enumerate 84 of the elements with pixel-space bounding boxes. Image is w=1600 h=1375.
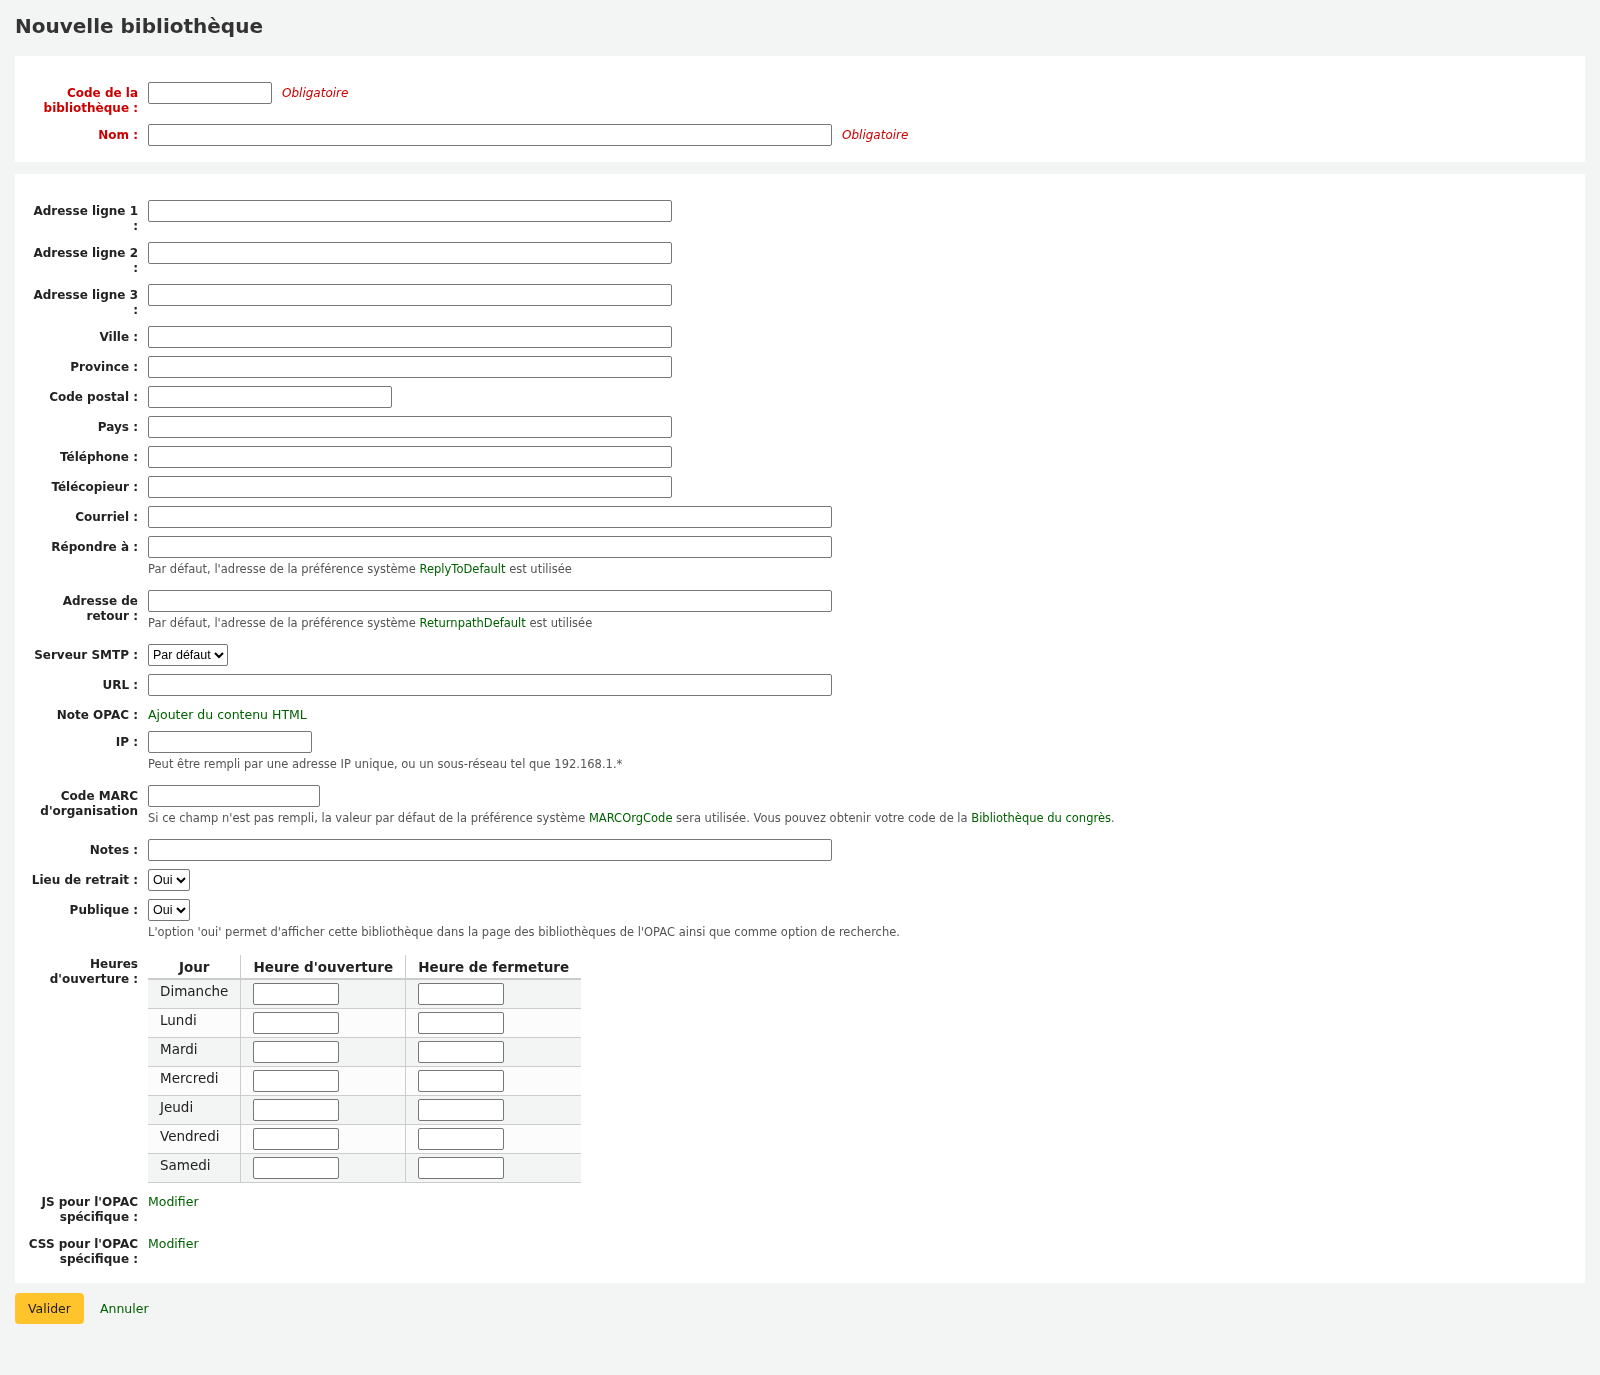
text-field[interactable] <box>148 416 672 438</box>
opening-time-field[interactable] <box>253 1128 340 1150</box>
help-text: Peut être rempli par une adresse IP unique, ou un sous-réseau tel que 192.168.1.* <box>148 757 623 773</box>
text-field[interactable] <box>148 476 672 498</box>
help-text: Par défaut, l'adresse de la préférence système ReturnpathDefault est utilisée <box>148 616 593 632</box>
field-label: Télécopieur : <box>51 479 138 495</box>
field-label: Serveur SMTP : <box>34 647 138 663</box>
field-label: Adresse ligne 1 : <box>32 203 138 234</box>
day-cell: Jeudi <box>148 1095 241 1125</box>
help-link[interactable]: ReplyToDefault <box>419 562 506 576</box>
field-label: Adresse ligne 2 : <box>32 245 138 276</box>
field-label: CSS pour l'OPAC spécifique : <box>28 1236 138 1267</box>
opening-time-field[interactable] <box>253 1012 340 1034</box>
help-link[interactable]: ReturnpathDefault <box>419 616 526 630</box>
closing-time-field[interactable] <box>418 1041 505 1063</box>
text-field[interactable] <box>148 446 672 468</box>
help-text: Si ce champ n'est pas rempli, la valeur par défaut de la préférence système MARCOrgCode sera utilisée. Vous pouvez obtenir votre code de la Bibliothèque du congrès. <box>148 811 1115 827</box>
field-label: URL : <box>102 677 138 693</box>
day-cell: Mardi <box>148 1037 241 1067</box>
dropdown[interactable]: Oui <box>148 869 190 891</box>
text-field[interactable] <box>148 536 832 558</box>
text-field[interactable] <box>148 731 312 753</box>
text-field[interactable] <box>148 839 832 861</box>
field-label: Adresse de retour : <box>61 593 138 624</box>
field-label: Code de la bibliothèque : <box>42 85 138 116</box>
text-field[interactable] <box>148 674 832 696</box>
text-field[interactable] <box>148 590 832 612</box>
edit-link[interactable]: Modifier <box>148 1233 199 1251</box>
closing-time-field[interactable] <box>418 1157 505 1179</box>
closing-time-field[interactable] <box>418 1070 505 1092</box>
text-field[interactable] <box>148 386 392 408</box>
field-label: Ville : <box>99 329 138 345</box>
text-field[interactable] <box>148 326 672 348</box>
field-label: Code postal : <box>49 389 138 405</box>
cancel-link[interactable]: Annuler <box>99 1301 149 1316</box>
text-field[interactable] <box>148 356 672 378</box>
field-label: Code MARC d'organisation <box>39 788 138 819</box>
page-title: Nouvelle bibliothèque <box>15 14 264 38</box>
help-link[interactable]: Bibliothèque du congrès <box>971 811 1111 825</box>
field-label: Nom : <box>98 127 138 143</box>
text-field[interactable] <box>148 82 272 104</box>
day-cell: Lundi <box>148 1008 241 1038</box>
field-label: Heures d'ouverture : <box>48 956 138 987</box>
opening-time-field[interactable] <box>253 1041 340 1063</box>
field-label: Répondre à : <box>51 539 138 555</box>
field-label: IP : <box>115 734 138 750</box>
required-note: Obligatoire <box>842 128 909 142</box>
text-field[interactable] <box>148 242 672 264</box>
text-field[interactable] <box>148 200 672 222</box>
day-cell: Dimanche <box>148 979 241 1009</box>
help-text: Par défaut, l'adresse de la préférence système ReplyToDefault est utilisée <box>148 562 572 578</box>
text-field[interactable] <box>148 124 832 146</box>
closing-time-field[interactable] <box>418 983 505 1005</box>
field-label: Publique : <box>69 902 138 918</box>
day-cell: Vendredi <box>148 1124 241 1154</box>
opening-time-field[interactable] <box>253 983 340 1005</box>
text-field[interactable] <box>148 506 832 528</box>
closing-time-field[interactable] <box>418 1012 505 1034</box>
text-field[interactable] <box>148 785 320 807</box>
field-label: Téléphone : <box>59 449 138 465</box>
opening-time-field[interactable] <box>253 1070 340 1092</box>
submit-button[interactable]: Valider <box>15 1293 84 1324</box>
opening-time-field[interactable] <box>253 1157 340 1179</box>
dropdown[interactable]: Par défaut <box>148 644 228 666</box>
day-cell: Mercredi <box>148 1066 241 1096</box>
field-label: JS pour l'OPAC spécifique : <box>39 1194 138 1225</box>
help-text: L'option 'oui' permet d'afficher cette bibliothèque dans la page des bibliothèques de l'OPAC ainsi que comme option de recherche. <box>148 925 900 941</box>
field-label: Courriel : <box>75 509 138 525</box>
closing-time-field[interactable] <box>418 1128 505 1150</box>
closing-time-field[interactable] <box>418 1099 505 1121</box>
field-label: Notes : <box>89 842 138 858</box>
edit-link[interactable]: Ajouter du contenu HTML <box>148 704 307 722</box>
field-label: Pays : <box>97 419 138 435</box>
field-label: Lieu de retrait : <box>31 872 138 888</box>
field-label: Adresse ligne 3 : <box>32 287 138 318</box>
required-note: Obligatoire <box>282 86 349 100</box>
edit-link[interactable]: Modifier <box>148 1191 199 1209</box>
field-label: Note OPAC : <box>56 707 138 723</box>
dropdown[interactable]: Oui <box>148 899 190 921</box>
text-field[interactable] <box>148 284 672 306</box>
day-cell: Samedi <box>148 1153 241 1183</box>
help-link[interactable]: MARCOrgCode <box>588 811 673 825</box>
opening-time-field[interactable] <box>253 1099 340 1121</box>
field-label: Province : <box>70 359 138 375</box>
